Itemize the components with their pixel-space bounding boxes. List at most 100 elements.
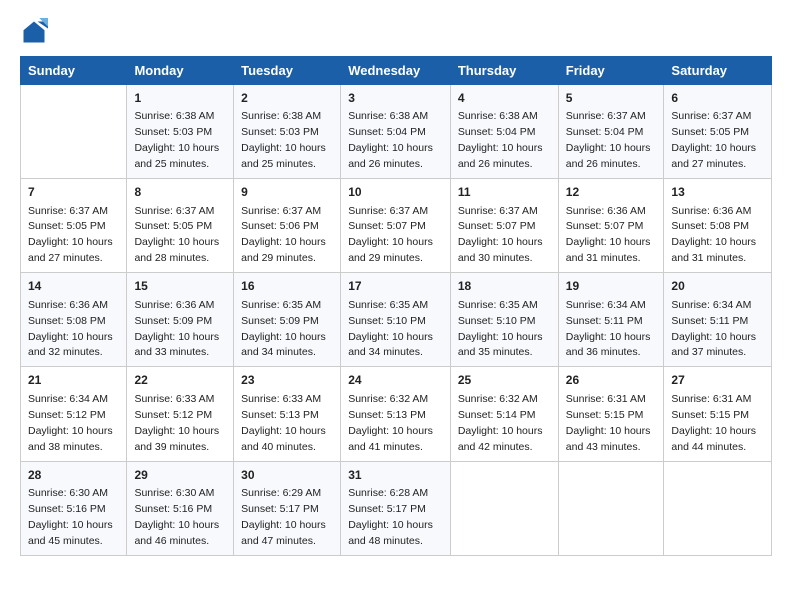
day-info: Sunrise: 6:38 AM Sunset: 5:04 PM Dayligh… xyxy=(348,110,433,170)
calendar-cell: 23Sunrise: 6:33 AM Sunset: 5:13 PM Dayli… xyxy=(234,367,341,461)
calendar-cell: 18Sunrise: 6:35 AM Sunset: 5:10 PM Dayli… xyxy=(450,273,558,367)
day-info: Sunrise: 6:32 AM Sunset: 5:14 PM Dayligh… xyxy=(458,393,543,453)
day-number: 2 xyxy=(241,90,333,107)
calendar-cell: 21 Sunrise: 6:34 AM Sunset: 5:12 PM Dayli… xyxy=(21,367,127,461)
day-number: 19 xyxy=(566,278,657,295)
day-info: Sunrise: 6:31 AM Sunset: 5:15 PM Dayligh… xyxy=(566,393,651,453)
day-info: Sunrise: 6:38 AM Sunset: 5:03 PM Dayligh… xyxy=(241,110,326,170)
calendar-cell: 6 Sunrise: 6:37 AM Sunset: 5:05 PM Daylig… xyxy=(664,85,772,179)
calendar-cell: 9 Sunrise: 6:37 AM Sunset: 5:06 PM Daylig… xyxy=(234,179,341,273)
day-info: Sunrise: 6:33 AM Sunset: 5:12 PM Dayligh… xyxy=(134,393,219,453)
day-info: Sunrise: 6:37 AM Sunset: 5:05 PM Dayligh… xyxy=(28,205,113,265)
day-info: Sunrise: 6:37 AM Sunset: 5:06 PM Dayligh… xyxy=(241,205,326,265)
header xyxy=(20,18,772,46)
day-info: Sunrise: 6:32 AM Sunset: 5:13 PM Dayligh… xyxy=(348,393,433,453)
day-number: 5 xyxy=(566,90,657,107)
calendar-cell: 12 Sunrise: 6:36 AM Sunset: 5:07 PM Dayli… xyxy=(558,179,664,273)
day-info: Sunrise: 6:36 AM Sunset: 5:08 PM Dayligh… xyxy=(671,205,756,265)
calendar-cell: 20 Sunrise: 6:34 AM Sunset: 5:11 PM Dayli… xyxy=(664,273,772,367)
day-info: Sunrise: 6:30 AM Sunset: 5:16 PM Dayligh… xyxy=(134,487,219,547)
day-info: Sunrise: 6:37 AM Sunset: 5:05 PM Dayligh… xyxy=(671,110,756,170)
header-cell-thursday: Thursday xyxy=(450,57,558,85)
calendar-cell: 4 Sunrise: 6:38 AM Sunset: 5:04 PM Daylig… xyxy=(450,85,558,179)
day-info: Sunrise: 6:36 AM Sunset: 5:07 PM Dayligh… xyxy=(566,205,651,265)
calendar-week-row: 14 Sunrise: 6:36 AM Sunset: 5:08 PM Dayli… xyxy=(21,273,772,367)
day-number: 29 xyxy=(134,467,226,484)
calendar-cell: 2 Sunrise: 6:38 AM Sunset: 5:03 PM Daylig… xyxy=(234,85,341,179)
calendar-cell: 10 Sunrise: 6:37 AM Sunset: 5:07 PM Dayli… xyxy=(341,179,451,273)
day-info: Sunrise: 6:36 AM Sunset: 5:09 PM Dayligh… xyxy=(134,299,219,359)
calendar-cell: 25 Sunrise: 6:32 AM Sunset: 5:14 PM Dayli… xyxy=(450,367,558,461)
logo-icon xyxy=(20,18,48,46)
day-number: 12 xyxy=(566,184,657,201)
day-number: 21 xyxy=(28,372,119,389)
day-info: Sunrise: 6:35 AM Sunset: 5:10 PM Dayligh… xyxy=(348,299,433,359)
day-info: Sunrise: 6:30 AM Sunset: 5:16 PM Dayligh… xyxy=(28,487,113,547)
day-number: 22 xyxy=(134,372,226,389)
day-number: 9 xyxy=(241,184,333,201)
day-number: 6 xyxy=(671,90,764,107)
day-number: 14 xyxy=(28,278,119,295)
header-cell-sunday: Sunday xyxy=(21,57,127,85)
day-info: Sunrise: 6:37 AM Sunset: 5:07 PM Dayligh… xyxy=(458,205,543,265)
day-info: Sunrise: 6:38 AM Sunset: 5:03 PM Dayligh… xyxy=(134,110,219,170)
day-info: Sunrise: 6:33 AM Sunset: 5:13 PM Dayligh… xyxy=(241,393,326,453)
calendar-cell: 30 Sunrise: 6:29 AM Sunset: 5:17 PM Dayli… xyxy=(234,461,341,555)
calendar-week-row: 21 Sunrise: 6:34 AM Sunset: 5:12 PM Dayli… xyxy=(21,367,772,461)
day-info: Sunrise: 6:34 AM Sunset: 5:11 PM Dayligh… xyxy=(566,299,651,359)
day-number: 4 xyxy=(458,90,551,107)
calendar-cell: 14 Sunrise: 6:36 AM Sunset: 5:08 PM Dayli… xyxy=(21,273,127,367)
day-number: 24 xyxy=(348,372,443,389)
calendar-cell: 13Sunrise: 6:36 AM Sunset: 5:08 PM Dayli… xyxy=(664,179,772,273)
day-number: 7 xyxy=(28,184,119,201)
calendar-cell: 29 Sunrise: 6:30 AM Sunset: 5:16 PM Dayli… xyxy=(127,461,234,555)
header-cell-saturday: Saturday xyxy=(664,57,772,85)
calendar-cell xyxy=(558,461,664,555)
header-cell-monday: Monday xyxy=(127,57,234,85)
calendar-cell: 16Sunrise: 6:35 AM Sunset: 5:09 PM Dayli… xyxy=(234,273,341,367)
day-number: 1 xyxy=(134,90,226,107)
day-number: 11 xyxy=(458,184,551,201)
calendar-cell: 24 Sunrise: 6:32 AM Sunset: 5:13 PM Dayli… xyxy=(341,367,451,461)
day-number: 27 xyxy=(671,372,764,389)
day-number: 15 xyxy=(134,278,226,295)
calendar-week-row: 7 Sunrise: 6:37 AM Sunset: 5:05 PM Daylig… xyxy=(21,179,772,273)
calendar-cell: 8 Sunrise: 6:37 AM Sunset: 5:05 PM Daylig… xyxy=(127,179,234,273)
calendar-cell: 27 Sunrise: 6:31 AM Sunset: 5:15 PM Dayli… xyxy=(664,367,772,461)
calendar-cell: 26 Sunrise: 6:31 AM Sunset: 5:15 PM Dayli… xyxy=(558,367,664,461)
day-info: Sunrise: 6:37 AM Sunset: 5:07 PM Dayligh… xyxy=(348,205,433,265)
header-cell-tuesday: Tuesday xyxy=(234,57,341,85)
calendar-table: SundayMondayTuesdayWednesdayThursdayFrid… xyxy=(20,56,772,556)
day-info: Sunrise: 6:28 AM Sunset: 5:17 PM Dayligh… xyxy=(348,487,433,547)
day-number: 26 xyxy=(566,372,657,389)
header-cell-friday: Friday xyxy=(558,57,664,85)
day-number: 10 xyxy=(348,184,443,201)
calendar-cell: 15 Sunrise: 6:36 AM Sunset: 5:09 PM Dayli… xyxy=(127,273,234,367)
day-number: 25 xyxy=(458,372,551,389)
calendar-cell: 11 Sunrise: 6:37 AM Sunset: 5:07 PM Dayli… xyxy=(450,179,558,273)
calendar-cell: 3 Sunrise: 6:38 AM Sunset: 5:04 PM Daylig… xyxy=(341,85,451,179)
calendar-cell: 19 Sunrise: 6:34 AM Sunset: 5:11 PM Dayli… xyxy=(558,273,664,367)
day-info: Sunrise: 6:34 AM Sunset: 5:11 PM Dayligh… xyxy=(671,299,756,359)
calendar-week-row: 28Sunrise: 6:30 AM Sunset: 5:16 PM Dayli… xyxy=(21,461,772,555)
day-number: 17 xyxy=(348,278,443,295)
day-info: Sunrise: 6:38 AM Sunset: 5:04 PM Dayligh… xyxy=(458,110,543,170)
day-info: Sunrise: 6:37 AM Sunset: 5:05 PM Dayligh… xyxy=(134,205,219,265)
day-info: Sunrise: 6:31 AM Sunset: 5:15 PM Dayligh… xyxy=(671,393,756,453)
day-number: 30 xyxy=(241,467,333,484)
day-number: 20 xyxy=(671,278,764,295)
calendar-cell: 5Sunrise: 6:37 AM Sunset: 5:04 PM Daylig… xyxy=(558,85,664,179)
day-info: Sunrise: 6:36 AM Sunset: 5:08 PM Dayligh… xyxy=(28,299,113,359)
calendar-cell: 28Sunrise: 6:30 AM Sunset: 5:16 PM Dayli… xyxy=(21,461,127,555)
header-cell-wednesday: Wednesday xyxy=(341,57,451,85)
calendar-cell xyxy=(21,85,127,179)
day-number: 18 xyxy=(458,278,551,295)
calendar-header-row: SundayMondayTuesdayWednesdayThursdayFrid… xyxy=(21,57,772,85)
day-info: Sunrise: 6:34 AM Sunset: 5:12 PM Dayligh… xyxy=(28,393,113,453)
day-info: Sunrise: 6:35 AM Sunset: 5:09 PM Dayligh… xyxy=(241,299,326,359)
day-number: 8 xyxy=(134,184,226,201)
logo xyxy=(20,18,52,46)
day-number: 3 xyxy=(348,90,443,107)
day-info: Sunrise: 6:29 AM Sunset: 5:17 PM Dayligh… xyxy=(241,487,326,547)
calendar-cell: 1 Sunrise: 6:38 AM Sunset: 5:03 PM Daylig… xyxy=(127,85,234,179)
